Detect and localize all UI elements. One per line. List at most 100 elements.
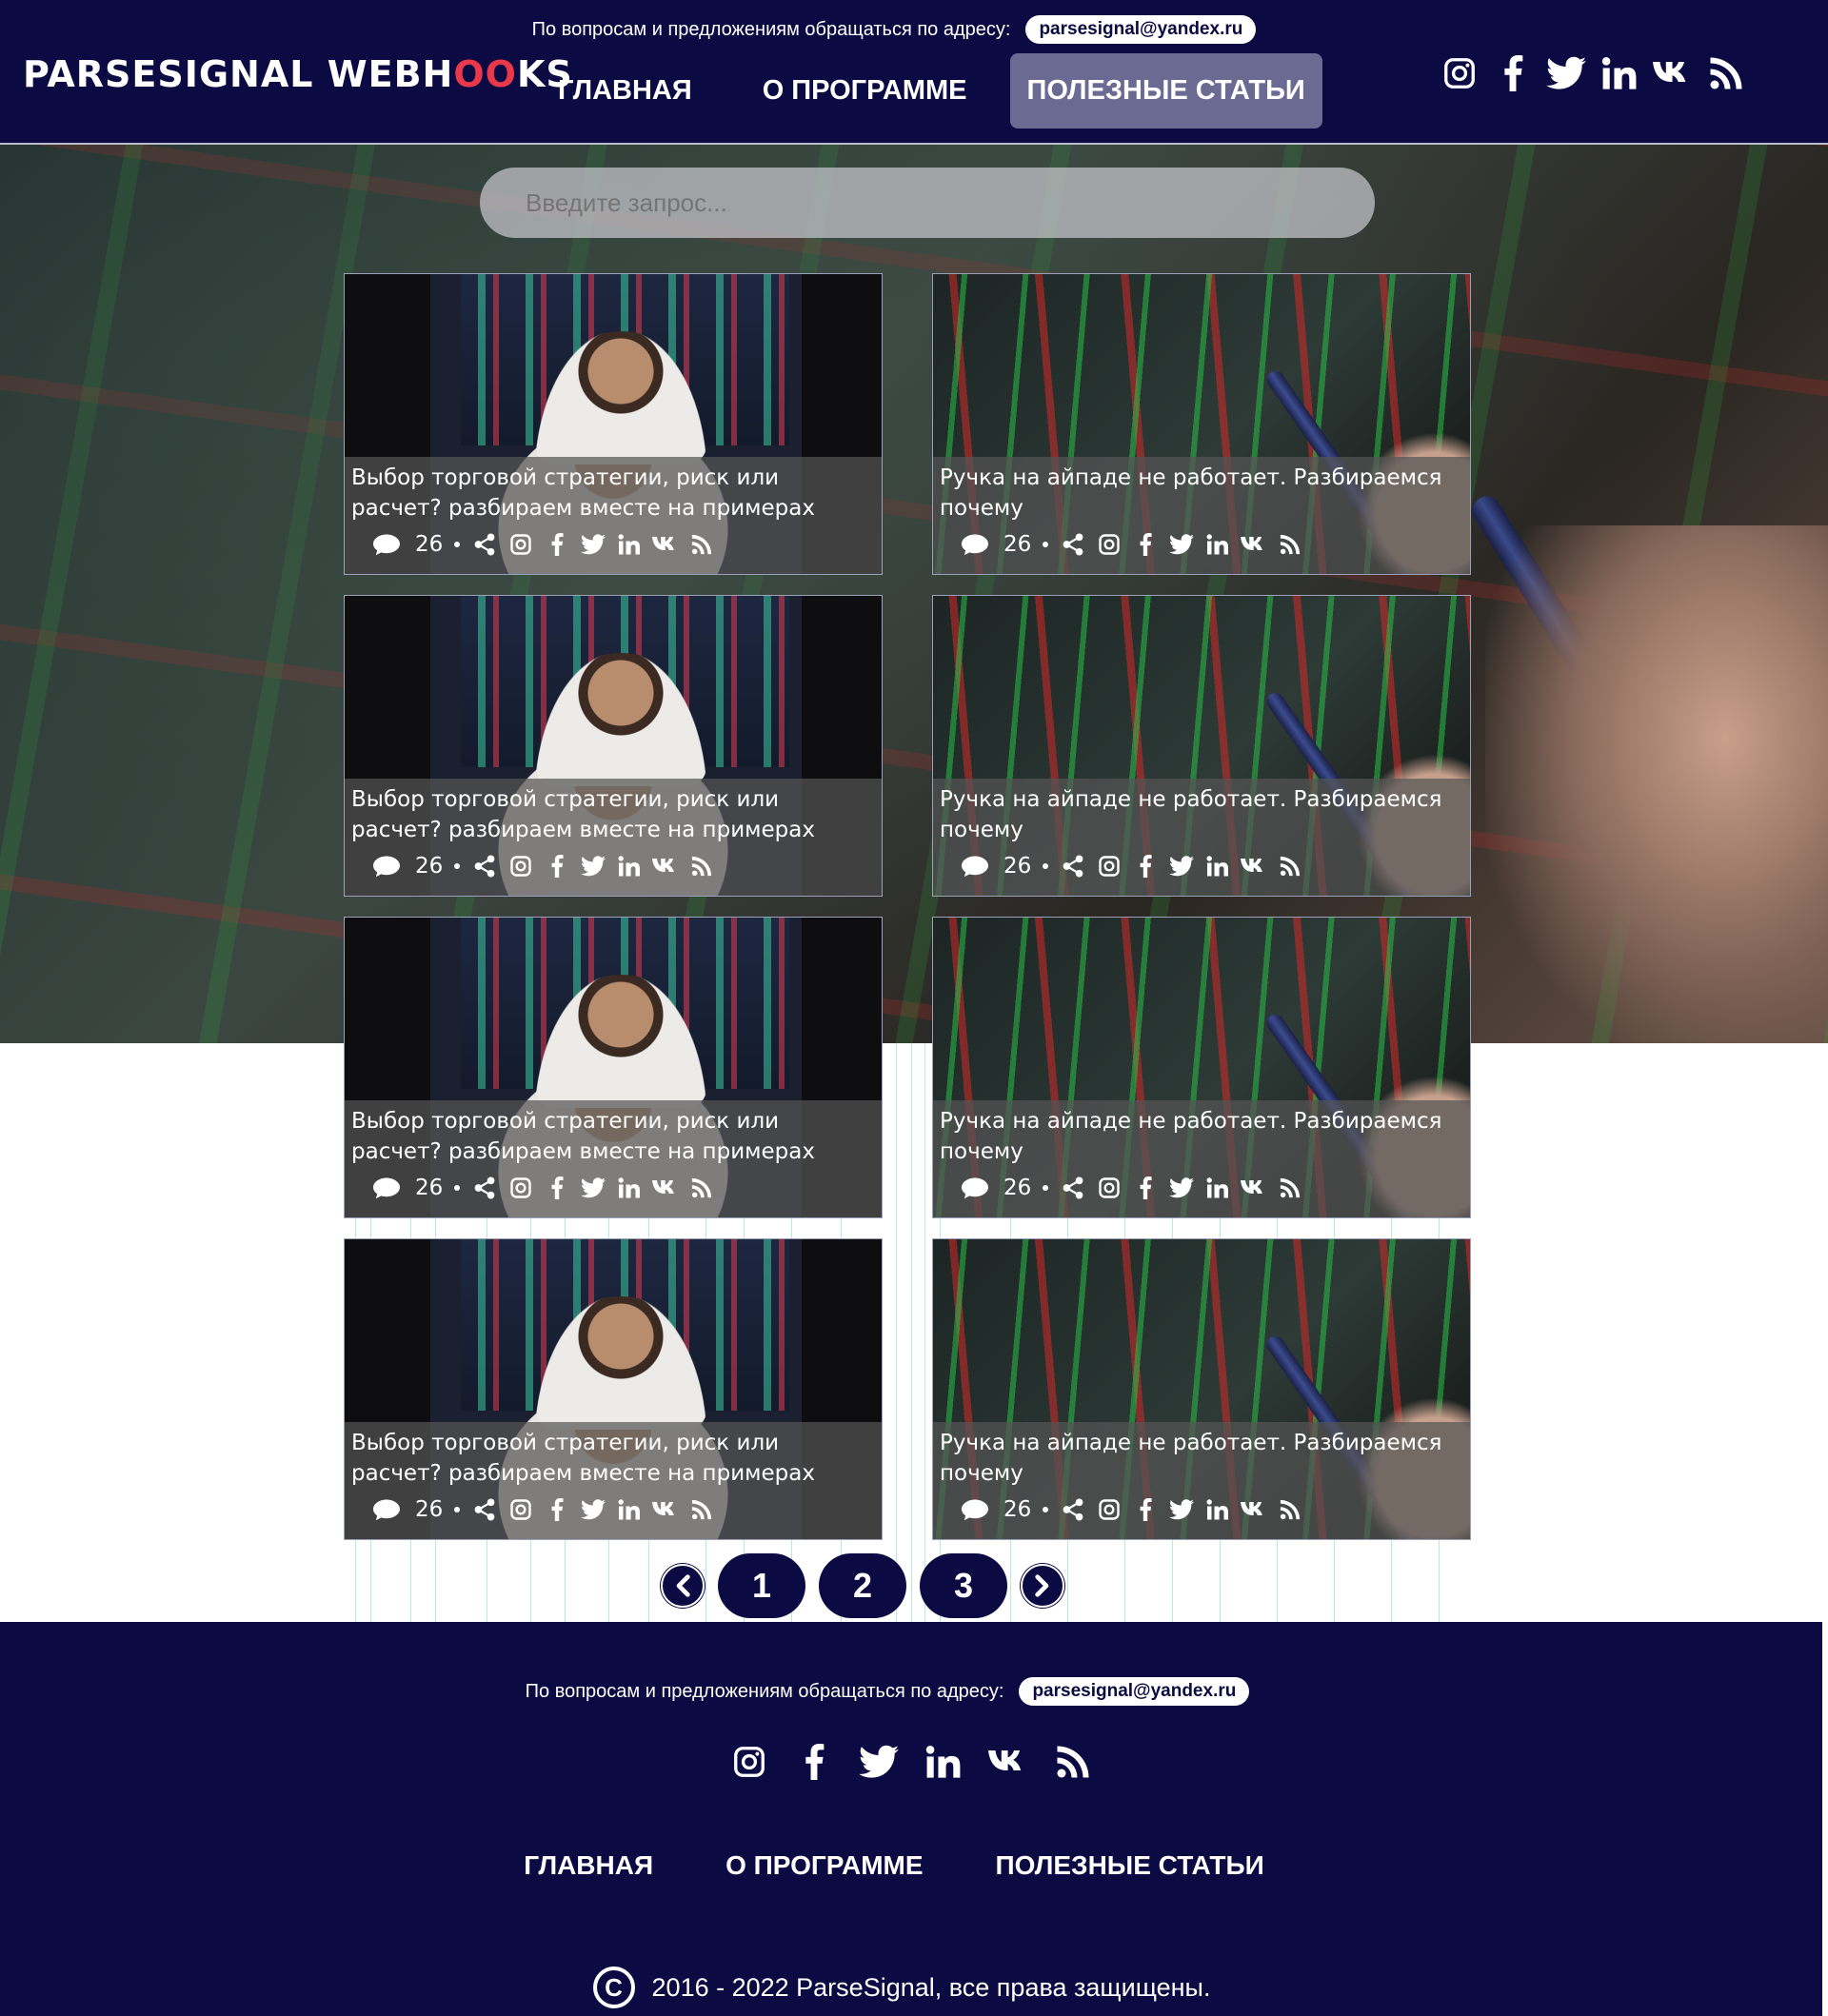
article-title[interactable]: Ручка на айпаде не работает. Разбираемся… [940,1106,1454,1167]
rss-icon[interactable] [1277,1175,1303,1201]
facebook-icon[interactable] [544,1496,570,1523]
vk-icon[interactable] [652,1175,679,1201]
facebook-icon[interactable] [544,853,570,880]
rss-icon[interactable] [688,853,715,880]
linkedin-icon[interactable] [1204,853,1231,880]
nav-home[interactable]: ГЛАВНАЯ [543,53,707,128]
facebook-icon[interactable] [544,531,570,558]
article-title[interactable]: Ручка на айпаде не работает. Разбираемся… [940,1428,1454,1489]
instagram-icon[interactable] [1096,1175,1123,1201]
twitter-icon[interactable] [1168,1496,1195,1523]
twitter-icon[interactable] [580,531,606,558]
instagram-icon[interactable] [1096,853,1123,880]
facebook-icon[interactable] [1132,1496,1159,1523]
article-card[interactable]: Ручка на айпаде не работает. Разбираемся… [932,273,1471,575]
article-title[interactable]: Выбор торговой стратегии, риск или расче… [351,1106,865,1167]
linkedin-icon[interactable] [1204,1496,1231,1523]
instagram-icon[interactable] [1096,1496,1123,1523]
nav-articles[interactable]: ПОЛЕЗНЫЕ СТАТЬИ [1009,53,1322,128]
article-card[interactable]: Ручка на айпаде не работает. Разбираемся… [932,1238,1471,1540]
search-input[interactable] [480,168,1375,238]
share-icon[interactable] [471,531,498,558]
linkedin-icon[interactable] [924,1742,964,1782]
instagram-icon[interactable] [507,531,534,558]
article-title[interactable]: Ручка на айпаде не работает. Разбираемся… [940,784,1454,845]
vk-icon[interactable] [652,853,679,880]
page-1-button[interactable]: 1 [718,1553,805,1618]
footer-nav-home[interactable]: ГЛАВНАЯ [524,1850,653,1881]
rss-icon[interactable] [1277,1496,1303,1523]
prev-page-button[interactable] [661,1564,705,1608]
linkedin-icon[interactable] [616,1175,643,1201]
article-card[interactable]: Ручка на айпаде не работает. Разбираемся… [932,917,1471,1218]
email-link[interactable]: parsesignal@yandex.ru [1019,1677,1250,1706]
share-icon[interactable] [471,853,498,880]
share-icon[interactable] [1060,1175,1086,1201]
rss-icon[interactable] [1277,531,1303,558]
rss-icon[interactable] [1706,53,1746,93]
page-3-button[interactable]: 3 [920,1553,1007,1618]
twitter-icon[interactable] [1168,853,1195,880]
article-card[interactable]: Выбор торговой стратегии, риск или расче… [344,273,883,575]
linkedin-icon[interactable] [1204,531,1231,558]
nav-about[interactable]: О ПРОГРАММЕ [747,53,983,128]
linkedin-icon[interactable] [616,531,643,558]
instagram-icon[interactable] [507,1496,534,1523]
page-2-button[interactable]: 2 [819,1553,906,1618]
instagram-icon[interactable] [729,1742,769,1782]
rss-icon[interactable] [1277,853,1303,880]
instagram-icon[interactable] [1440,53,1480,93]
vk-icon[interactable] [1241,853,1267,880]
email-link[interactable]: parsesignal@yandex.ru [1025,15,1257,44]
article-card[interactable]: Выбор торговой стратегии, риск или расче… [344,1238,883,1540]
vk-icon[interactable] [652,1496,679,1523]
vk-icon[interactable] [1653,53,1693,93]
facebook-icon[interactable] [1132,853,1159,880]
twitter-icon[interactable] [580,1175,606,1201]
footer-nav-about[interactable]: О ПРОГРАММЕ [725,1850,923,1881]
article-title[interactable]: Выбор торговой стратегии, риск или расче… [351,1428,865,1489]
facebook-icon[interactable] [1132,531,1159,558]
site-logo[interactable]: PARSESIGNAL WEBHOOKS [23,53,573,95]
article-meta: 26 [962,1496,1303,1523]
vk-icon[interactable] [1241,531,1267,558]
article-title[interactable]: Ручка на айпаде не работает. Разбираемся… [940,463,1454,524]
instagram-icon[interactable] [1096,531,1123,558]
article-card[interactable]: Выбор торговой стратегии, риск или расче… [344,917,883,1218]
facebook-icon[interactable] [1493,53,1533,93]
rss-icon[interactable] [1053,1742,1093,1782]
rss-icon[interactable] [688,1175,715,1201]
vk-icon[interactable] [652,531,679,558]
twitter-icon[interactable] [1168,1175,1195,1201]
facebook-icon[interactable] [794,1742,834,1782]
twitter-icon[interactable] [580,1496,606,1523]
article-title[interactable]: Выбор торговой стратегии, риск или расче… [351,463,865,524]
share-icon[interactable] [1060,531,1086,558]
linkedin-icon[interactable] [616,853,643,880]
linkedin-icon[interactable] [1600,53,1639,93]
article-card[interactable]: Ручка на айпаде не работает. Разбираемся… [932,595,1471,897]
footer-nav-articles[interactable]: ПОЛЕЗНЫЕ СТАТЬИ [996,1850,1264,1881]
facebook-icon[interactable] [1132,1175,1159,1201]
rss-icon[interactable] [688,1496,715,1523]
twitter-icon[interactable] [859,1742,899,1782]
next-page-button[interactable] [1021,1564,1064,1608]
share-icon[interactable] [1060,1496,1086,1523]
share-icon[interactable] [1060,853,1086,880]
facebook-icon[interactable] [544,1175,570,1201]
vk-icon[interactable] [1241,1496,1267,1523]
vk-icon[interactable] [988,1742,1028,1782]
instagram-icon[interactable] [507,1175,534,1201]
twitter-icon[interactable] [1546,53,1586,93]
twitter-icon[interactable] [1168,531,1195,558]
rss-icon[interactable] [688,531,715,558]
instagram-icon[interactable] [507,853,534,880]
linkedin-icon[interactable] [1204,1175,1231,1201]
article-card[interactable]: Выбор торговой стратегии, риск или расче… [344,595,883,897]
twitter-icon[interactable] [580,853,606,880]
vk-icon[interactable] [1241,1175,1267,1201]
article-title[interactable]: Выбор торговой стратегии, риск или расче… [351,784,865,845]
share-icon[interactable] [471,1496,498,1523]
share-icon[interactable] [471,1175,498,1201]
linkedin-icon[interactable] [616,1496,643,1523]
